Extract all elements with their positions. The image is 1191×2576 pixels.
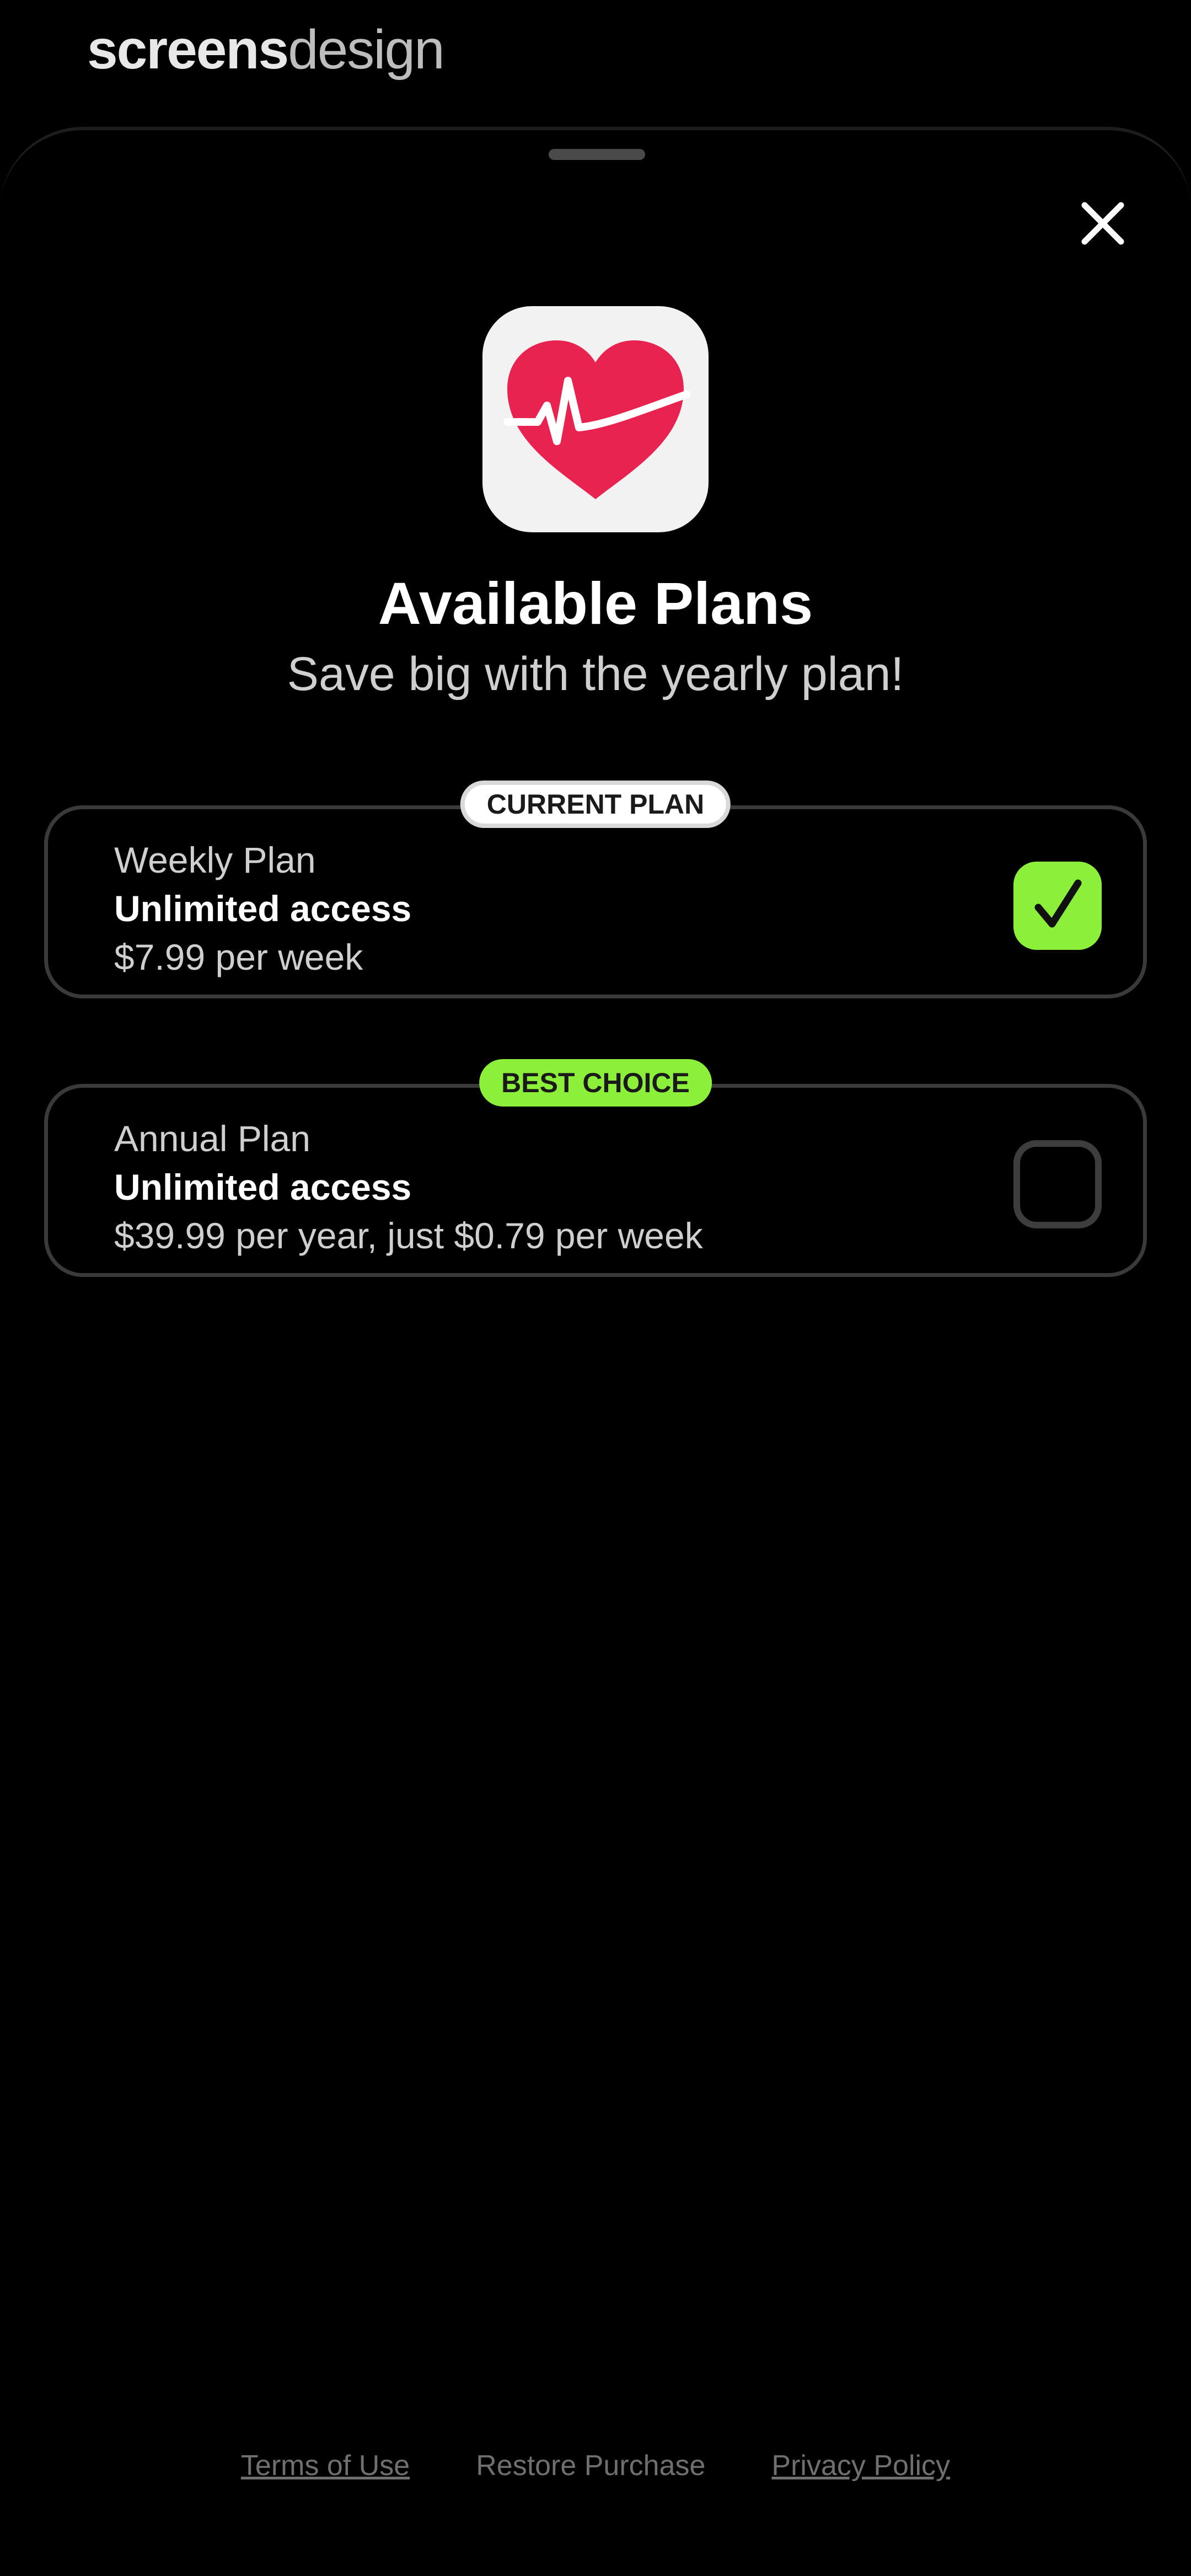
plan-price: $39.99 per year, just $0.79 per week [114, 1215, 703, 1256]
best-choice-badge: BEST CHOICE [479, 1059, 712, 1107]
restore-purchase-link[interactable]: Restore Purchase [476, 2449, 705, 2482]
app-icon [482, 306, 709, 532]
plan-price: $7.99 per week [114, 937, 363, 977]
current-plan-badge: CURRENT PLAN [460, 781, 731, 828]
plan-access: Unlimited access [114, 888, 412, 929]
terms-of-use-link[interactable]: Terms of Use [241, 2449, 410, 2482]
checkmark-icon [1034, 879, 1082, 928]
plan-details: Weekly Plan Unlimited access $7.99 per w… [114, 836, 411, 981]
watermark-bold-text: screens [87, 19, 289, 81]
heart-pulse-icon [503, 340, 690, 499]
close-icon [1081, 202, 1124, 245]
page-subtitle: Save big with the yearly plan! [287, 648, 904, 701]
watermark-light-text: design [288, 19, 445, 81]
plan-name: Annual Plan [114, 1118, 310, 1159]
plan-access: Unlimited access [114, 1167, 412, 1207]
close-button[interactable] [1070, 190, 1136, 256]
plan-details: Annual Plan Unlimited access $39.99 per … [114, 1114, 703, 1260]
plan-checkbox-unchecked[interactable] [1013, 1140, 1102, 1228]
plan-checkbox-checked[interactable] [1013, 862, 1102, 950]
watermark-logo: screensdesign [87, 22, 445, 77]
sheet-grabber[interactable] [549, 149, 645, 160]
footer-links: Terms of Use Restore Purchase Privacy Po… [0, 2449, 1191, 2482]
plan-name: Weekly Plan [114, 840, 316, 880]
privacy-policy-link[interactable]: Privacy Policy [771, 2449, 950, 2482]
page-title: Available Plans [378, 570, 813, 637]
plan-card-weekly[interactable]: CURRENT PLAN Weekly Plan Unlimited acces… [44, 781, 1147, 998]
plan-card-annual[interactable]: BEST CHOICE Annual Plan Unlimited access… [44, 1059, 1147, 1277]
